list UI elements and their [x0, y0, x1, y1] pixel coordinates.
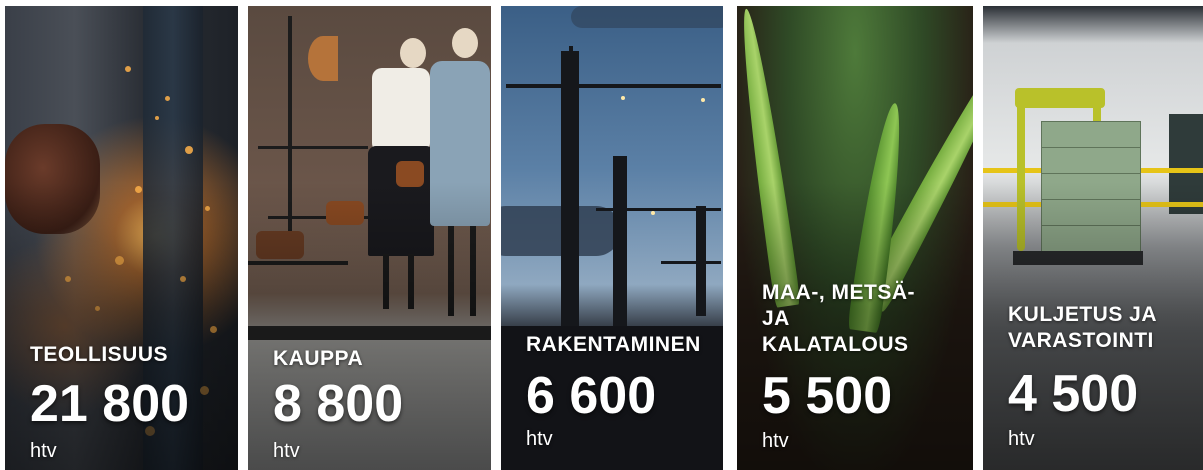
sector-card-logistics: KULJETUS JA VARASTOINTI 4 500 htv — [983, 6, 1203, 470]
sector-card-agriculture: MAA-, METSÄ- JA KALATALOUS 5 500 htv — [737, 6, 973, 470]
sector-unit: htv — [273, 440, 300, 462]
sector-card-construction: RAKENTAMINEN 6 600 htv — [501, 6, 723, 470]
sector-value: 6 600 — [526, 367, 657, 425]
sector-unit: htv — [762, 430, 789, 452]
sector-unit: htv — [526, 428, 553, 450]
sector-label: TEOLLISUUS — [30, 343, 169, 366]
sector-label: KAUPPA — [273, 347, 364, 370]
sector-value: 5 500 — [762, 367, 893, 425]
sector-unit: htv — [30, 440, 57, 462]
sector-label: RAKENTAMINEN — [526, 333, 701, 356]
sector-card-retail: KAUPPA 8 800 htv — [248, 6, 491, 470]
sector-value: 8 800 — [273, 375, 404, 433]
sector-card-strip: TEOLLISUUS 21 800 htv KAUPPA 8 800 htv R… — [0, 0, 1203, 470]
sector-label: KULJETUS JA VARASTOINTI — [1008, 303, 1158, 352]
sector-unit: htv — [1008, 428, 1035, 450]
sector-card-industry: TEOLLISUUS 21 800 htv — [5, 6, 238, 470]
sector-value: 21 800 — [30, 375, 190, 433]
sector-value: 4 500 — [1008, 365, 1139, 423]
sector-label: MAA-, METSÄ- JA KALATALOUS — [762, 281, 915, 356]
